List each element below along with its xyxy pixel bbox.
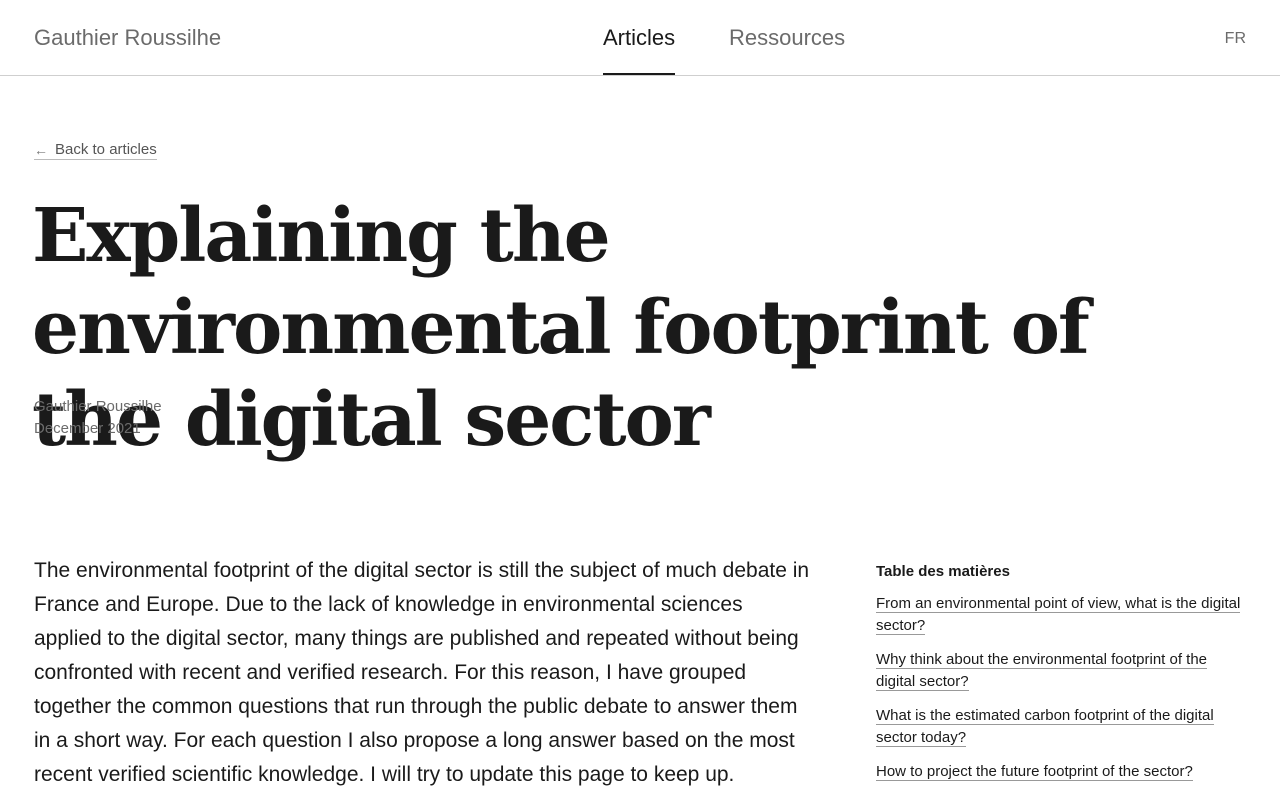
site-name-link[interactable]: Gauthier Roussilhe (34, 25, 221, 51)
back-to-articles-link[interactable]: ← Back to articles (34, 141, 157, 160)
nav-articles[interactable]: Articles (603, 25, 676, 75)
article-intro: The environmental footprint of the digit… (34, 559, 810, 786)
toc-link-carbon-footprint[interactable]: What is the estimated carbon footprint o… (876, 707, 1214, 747)
toc-link-why-think[interactable]: Why think about the environmental footpr… (876, 651, 1208, 691)
toc-item: How to project the future footprint of t… (876, 761, 1246, 783)
toc-item: Why think about the environmental footpr… (876, 649, 1246, 693)
arrow-left-icon: ← (34, 141, 48, 158)
toc-link-future-footprint[interactable]: How to project the future footprint of t… (876, 763, 1193, 781)
article-date: December 2021 (34, 420, 141, 437)
toc-link-digital-sector[interactable]: From an environmental point of view, wha… (876, 595, 1241, 635)
language-switch[interactable]: FR (1225, 30, 1246, 48)
toc-list: From an environmental point of view, wha… (876, 593, 1246, 783)
article-author: Gauthier Roussilhe (34, 398, 162, 415)
table-of-contents: Table des matières From an environmental… (876, 563, 1246, 795)
nav-resources[interactable]: Ressources (729, 25, 845, 75)
toc-item: What is the estimated carbon footprint o… (876, 705, 1246, 749)
article-title: Explaining the environmental footprint o… (32, 193, 1090, 463)
toc-item: From an environmental point of view, wha… (876, 593, 1246, 637)
toc-title: Table des matières (876, 563, 1010, 580)
site-header: Gauthier Roussilhe Articles Ressources F… (0, 0, 1280, 76)
back-link-label: Back to articles (55, 141, 157, 158)
article-meta: Gauthier Roussilhe December 2021 (34, 396, 162, 440)
